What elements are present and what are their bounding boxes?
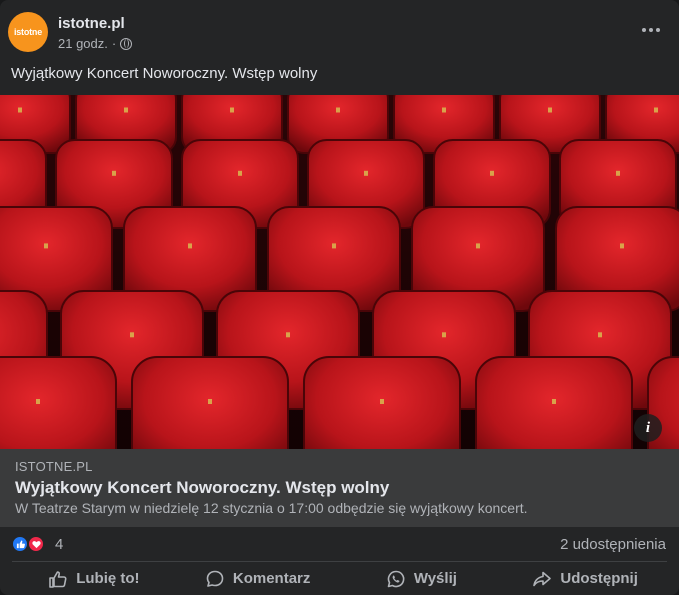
seat-number-plate (380, 399, 384, 404)
seat-number-plate (442, 107, 446, 113)
seat-number-plate (36, 399, 40, 404)
like-icon[interactable] (11, 535, 29, 553)
page-name[interactable]: istotne.pl (58, 15, 125, 32)
comment-icon (206, 570, 224, 587)
comment-label: Komentarz (232, 570, 311, 587)
seat-number-plate (332, 243, 336, 249)
like-button[interactable]: Lubię to! (12, 562, 176, 595)
seat-number-plate (286, 332, 290, 338)
share-button[interactable]: Udostępnij (503, 562, 667, 595)
seat-number-plate (598, 332, 602, 338)
whatsapp-icon (387, 570, 405, 587)
avatar-text: istotne (13, 27, 43, 37)
link-description: W Teatrze Starym w niedzielę 12 stycznia… (15, 500, 528, 516)
seat-number-plate (620, 243, 624, 249)
seat-number-plate (18, 107, 22, 113)
globe-icon[interactable] (120, 37, 133, 50)
seat-number-plate (336, 107, 340, 113)
post-time[interactable]: 21 godz. (58, 36, 108, 51)
seat-number-plate (130, 332, 134, 338)
comment-button[interactable]: Komentarz (176, 562, 340, 595)
post-photo[interactable]: i (0, 95, 679, 449)
seat-back (0, 356, 117, 449)
share-label: Udostępnij (560, 570, 638, 587)
seat-number-plate (552, 399, 556, 404)
love-icon[interactable] (27, 535, 45, 553)
info-icon: i (645, 419, 651, 436)
seat-number-plate (112, 170, 116, 176)
link-title[interactable]: Wyjątkowy Koncert Noworoczny. Wstęp woln… (15, 478, 389, 498)
action-bar: Lubię to! Komentarz Wyślij Udostępnij (12, 561, 667, 595)
thumbs-up-icon (49, 570, 67, 588)
avatar[interactable]: istotne (8, 12, 48, 52)
seat-number-plate (548, 107, 552, 113)
send-button[interactable]: Wyślij (340, 562, 504, 595)
seat-number-plate (188, 243, 192, 249)
info-button[interactable]: i (634, 414, 662, 442)
seat-number-plate (490, 170, 494, 176)
share-icon (533, 571, 552, 586)
post-card: istotne istotne.pl 21 godz. · Wyjątkowy … (0, 0, 679, 595)
link-domain: ISTOTNE.PL (15, 459, 93, 474)
post-header: istotne istotne.pl 21 godz. · (8, 12, 671, 56)
more-dot-icon (656, 28, 660, 32)
post-meta: 21 godz. · (58, 36, 133, 51)
post-text: Wyjątkowy Koncert Noworoczny. Wstęp woln… (11, 65, 318, 82)
link-preview[interactable]: ISTOTNE.PL Wyjątkowy Koncert Noworoczny.… (0, 449, 679, 527)
seat-number-plate (442, 332, 446, 338)
more-dot-icon (642, 28, 646, 32)
like-label: Lubię to! (76, 570, 140, 587)
seat-number-plate (208, 399, 212, 404)
seat-number-plate (230, 107, 234, 113)
seat-number-plate (44, 243, 48, 249)
more-options-button[interactable] (639, 18, 663, 42)
seat-number-plate (238, 170, 242, 176)
seat-number-plate (476, 243, 480, 249)
seat-number-plate (124, 107, 128, 113)
send-label: Wyślij (413, 570, 457, 587)
seat-number-plate (654, 107, 658, 113)
shares-count[interactable]: 2 udostępnienia (560, 536, 666, 553)
post-stats: 4 2 udostępnienia (0, 527, 679, 559)
more-dot-icon (649, 28, 653, 32)
theater-seats-photo (0, 95, 679, 449)
seat-number-plate (364, 170, 368, 176)
reaction-count[interactable]: 4 (55, 536, 63, 553)
seat-number-plate (616, 170, 620, 176)
meta-separator: · (111, 36, 117, 51)
